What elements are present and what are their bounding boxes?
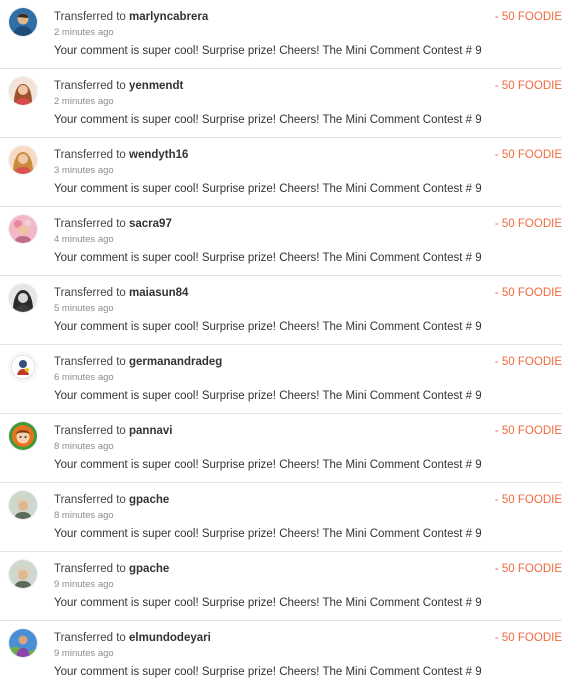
transfer-row: Transferred to gpache 9 minutes ago Your… xyxy=(0,552,562,621)
transfer-title: Transferred to gpache xyxy=(54,563,169,575)
user-avatar-icon[interactable] xyxy=(9,77,37,105)
transfer-row: Transferred to wendyth16 3 minutes ago Y… xyxy=(0,138,562,207)
user-avatar-icon[interactable] xyxy=(9,491,37,519)
transfer-amount: - 50 FOODIE xyxy=(494,149,562,161)
transfer-amount: - 50 FOODIE xyxy=(494,11,562,23)
user-avatar-icon[interactable] xyxy=(9,8,37,36)
transfer-amount: - 50 FOODIE xyxy=(494,356,562,368)
transfer-row: Transferred to gpache 8 minutes ago Your… xyxy=(0,483,562,552)
user-avatar-icon[interactable] xyxy=(9,422,37,450)
transfer-row: Transferred to sacra97 4 minutes ago You… xyxy=(0,207,562,276)
transfer-title: Transferred to sacra97 xyxy=(54,218,172,230)
transfer-title: Transferred to germanandradeg xyxy=(54,356,222,368)
recipient-link[interactable]: pannavi xyxy=(129,425,172,437)
transfer-timestamp: 3 minutes ago xyxy=(54,165,114,176)
user-avatar-icon[interactable] xyxy=(9,353,37,381)
transfer-prefix: Transferred to xyxy=(54,494,126,506)
transfer-timestamp: 8 minutes ago xyxy=(54,510,114,521)
transfer-memo: Your comment is super cool! Surprise pri… xyxy=(54,666,482,678)
recipient-link[interactable]: wendyth16 xyxy=(129,149,188,161)
transfer-prefix: Transferred to xyxy=(54,563,126,575)
transfer-amount: - 50 FOODIE xyxy=(494,218,562,230)
transfer-amount: - 50 FOODIE xyxy=(494,80,562,92)
transfer-amount: - 50 FOODIE xyxy=(494,494,562,506)
user-avatar-icon[interactable] xyxy=(9,629,37,657)
transfer-row: Transferred to yenmendt 2 minutes ago Yo… xyxy=(0,69,562,138)
transfer-prefix: Transferred to xyxy=(54,11,126,23)
recipient-link[interactable]: marlyncabrera xyxy=(129,11,208,23)
transfer-title: Transferred to marlyncabrera xyxy=(54,11,208,23)
transfer-memo: Your comment is super cool! Surprise pri… xyxy=(54,528,482,540)
transfer-amount: - 50 FOODIE xyxy=(494,425,562,437)
transfer-title: Transferred to yenmendt xyxy=(54,80,183,92)
transfer-amount: - 50 FOODIE xyxy=(494,563,562,575)
transfer-memo: Your comment is super cool! Surprise pri… xyxy=(54,252,482,264)
transfer-memo: Your comment is super cool! Surprise pri… xyxy=(54,390,482,402)
user-avatar-icon[interactable] xyxy=(9,284,37,312)
transfer-timestamp: 6 minutes ago xyxy=(54,372,114,383)
transfer-timestamp: 4 minutes ago xyxy=(54,234,114,245)
recipient-link[interactable]: germanandradeg xyxy=(129,356,222,368)
recipient-link[interactable]: gpache xyxy=(129,563,169,575)
transfer-row: Transferred to maiasun84 5 minutes ago Y… xyxy=(0,276,562,345)
transfer-prefix: Transferred to xyxy=(54,218,126,230)
transfer-prefix: Transferred to xyxy=(54,80,126,92)
recipient-link[interactable]: elmundodeyari xyxy=(129,632,211,644)
transfer-memo: Your comment is super cool! Surprise pri… xyxy=(54,459,482,471)
transfer-timestamp: 2 minutes ago xyxy=(54,96,114,107)
transfer-prefix: Transferred to xyxy=(54,632,126,644)
recipient-link[interactable]: sacra97 xyxy=(129,218,172,230)
transfer-memo: Your comment is super cool! Surprise pri… xyxy=(54,321,482,333)
transfer-memo: Your comment is super cool! Surprise pri… xyxy=(54,45,482,57)
transfer-timestamp: 9 minutes ago xyxy=(54,579,114,590)
transfer-history-list: Transferred to marlyncabrera 2 minutes a… xyxy=(0,0,567,690)
user-avatar-icon[interactable] xyxy=(9,146,37,174)
transfer-title: Transferred to maiasun84 xyxy=(54,287,188,299)
transfer-memo: Your comment is super cool! Surprise pri… xyxy=(54,183,482,195)
user-avatar-icon[interactable] xyxy=(9,215,37,243)
transfer-prefix: Transferred to xyxy=(54,356,126,368)
transfer-timestamp: 8 minutes ago xyxy=(54,441,114,452)
transfer-title: Transferred to gpache xyxy=(54,494,169,506)
transfer-timestamp: 5 minutes ago xyxy=(54,303,114,314)
recipient-link[interactable]: gpache xyxy=(129,494,169,506)
transfer-prefix: Transferred to xyxy=(54,287,126,299)
recipient-link[interactable]: maiasun84 xyxy=(129,287,188,299)
transfer-prefix: Transferred to xyxy=(54,149,126,161)
transfer-timestamp: 2 minutes ago xyxy=(54,27,114,38)
transfer-timestamp: 9 minutes ago xyxy=(54,648,114,659)
transfer-title: Transferred to elmundodeyari xyxy=(54,632,211,644)
transfer-title: Transferred to wendyth16 xyxy=(54,149,188,161)
transfer-amount: - 50 FOODIE xyxy=(494,287,562,299)
transfer-row: Transferred to marlyncabrera 2 minutes a… xyxy=(0,0,562,69)
transfer-prefix: Transferred to xyxy=(54,425,126,437)
transfer-row: Transferred to pannavi 8 minutes ago You… xyxy=(0,414,562,483)
transfer-row: Transferred to elmundodeyari 9 minutes a… xyxy=(0,621,562,690)
recipient-link[interactable]: yenmendt xyxy=(129,80,183,92)
user-avatar-icon[interactable] xyxy=(9,560,37,588)
transfer-memo: Your comment is super cool! Surprise pri… xyxy=(54,597,482,609)
transfer-title: Transferred to pannavi xyxy=(54,425,172,437)
transfer-row: Transferred to germanandradeg 6 minutes … xyxy=(0,345,562,414)
transfer-memo: Your comment is super cool! Surprise pri… xyxy=(54,114,482,126)
transfer-amount: - 50 FOODIE xyxy=(494,632,562,644)
